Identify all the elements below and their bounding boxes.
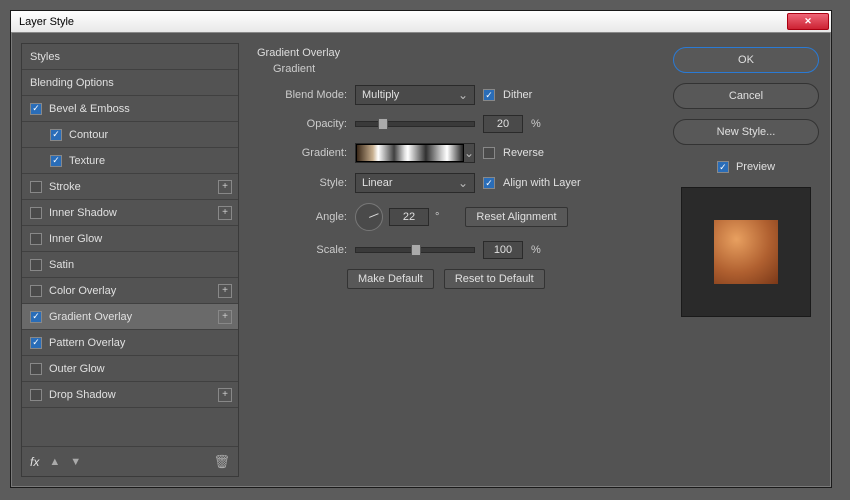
style-dropdown[interactable]: Linear (355, 173, 475, 193)
angle-input[interactable] (389, 208, 429, 226)
style-checkbox[interactable] (30, 363, 42, 375)
scale-unit: % (531, 244, 541, 256)
reset-alignment-button[interactable]: Reset Alignment (465, 207, 567, 227)
styles-list: Styles Blending Options Bevel & Emboss Cont… (21, 43, 239, 477)
add-effect-button[interactable]: + (218, 388, 232, 402)
scale-label: Scale: (257, 244, 347, 256)
titlebar[interactable]: Layer Style ✕ (11, 11, 831, 33)
fx-icon[interactable]: fx (30, 455, 39, 469)
style-label: Inner Shadow (49, 207, 117, 219)
style-label: Inner Glow (49, 233, 102, 245)
style-label: Outer Glow (49, 363, 105, 375)
gradient-preview (356, 144, 464, 162)
style-item-contour[interactable]: Contour (22, 122, 238, 148)
options-panel: Gradient Overlay Gradient Blend Mode: Mu… (249, 43, 661, 477)
cancel-button[interactable]: Cancel (673, 83, 819, 109)
angle-unit: ° (435, 211, 439, 223)
style-checkbox[interactable] (30, 311, 42, 323)
opacity-slider[interactable] (355, 121, 475, 127)
styles-footer: fx ▲ ▼ 🗑 (22, 446, 238, 476)
style-item-outer-glow[interactable]: Outer Glow (22, 356, 238, 382)
style-label: Satin (49, 259, 74, 271)
style-checkbox[interactable] (50, 155, 62, 167)
scale-input[interactable] (483, 241, 523, 259)
style-item-color-overlay[interactable]: Color Overlay + (22, 278, 238, 304)
style-label: Styles (30, 51, 60, 63)
style-label: Texture (69, 155, 105, 167)
align-label: Align with Layer (503, 177, 581, 189)
dither-checkbox[interactable] (483, 89, 495, 101)
layer-style-dialog: Layer Style ✕ Styles Blending Options Beve… (10, 10, 832, 488)
style-item-inner-shadow[interactable]: Inner Shadow + (22, 200, 238, 226)
new-style-button[interactable]: New Style... (673, 119, 819, 145)
reverse-checkbox[interactable] (483, 147, 495, 159)
style-item-bevel-emboss[interactable]: Bevel & Emboss (22, 96, 238, 122)
style-checkbox[interactable] (30, 103, 42, 115)
add-effect-button[interactable]: + (218, 284, 232, 298)
align-checkbox[interactable] (483, 177, 495, 189)
style-checkbox[interactable] (30, 181, 42, 193)
style-checkbox[interactable] (50, 129, 62, 141)
preview-swatch (714, 220, 778, 284)
blend-mode-dropdown[interactable]: Multiply (355, 85, 475, 105)
scale-slider[interactable] (355, 247, 475, 253)
angle-dial[interactable] (355, 203, 383, 231)
opacity-input[interactable] (483, 115, 523, 133)
opacity-label: Opacity: (257, 118, 347, 130)
style-label: Pattern Overlay (49, 337, 125, 349)
style-item-stroke[interactable]: Stroke + (22, 174, 238, 200)
style-item-satin[interactable]: Satin (22, 252, 238, 278)
style-item-texture[interactable]: Texture (22, 148, 238, 174)
gradient-picker[interactable] (355, 143, 475, 163)
window-title: Layer Style (19, 16, 74, 28)
style-checkbox[interactable] (30, 337, 42, 349)
style-label: Contour (69, 129, 108, 141)
style-item-blending-options[interactable]: Blending Options (22, 70, 238, 96)
preview-checkbox[interactable] (717, 161, 729, 173)
style-label: Gradient Overlay (49, 311, 132, 323)
style-checkbox[interactable] (30, 389, 42, 401)
style-item-drop-shadow[interactable]: Drop Shadow + (22, 382, 238, 408)
style-label: Color Overlay (49, 285, 116, 297)
trash-icon[interactable]: 🗑 (213, 454, 230, 470)
style-checkbox[interactable] (30, 285, 42, 297)
style-label: Style: (257, 177, 347, 189)
style-checkbox[interactable] (30, 233, 42, 245)
opacity-unit: % (531, 118, 541, 130)
style-label: Blending Options (30, 77, 114, 89)
dither-label: Dither (503, 89, 532, 101)
panel-subtitle: Gradient (273, 63, 653, 75)
ok-button[interactable]: OK (673, 47, 819, 73)
right-panel: OK Cancel New Style... Preview (671, 43, 821, 477)
blend-mode-label: Blend Mode: (257, 89, 347, 101)
preview-box (681, 187, 811, 317)
angle-label: Angle: (257, 211, 347, 223)
style-item-gradient-overlay[interactable]: Gradient Overlay + (22, 304, 238, 330)
style-checkbox[interactable] (30, 207, 42, 219)
add-effect-button[interactable]: + (218, 180, 232, 194)
move-down-icon[interactable]: ▼ (70, 456, 81, 468)
reset-default-button[interactable]: Reset to Default (444, 269, 545, 289)
gradient-label: Gradient: (257, 147, 347, 159)
style-checkbox[interactable] (30, 259, 42, 271)
panel-title: Gradient Overlay (257, 47, 653, 59)
style-item-pattern-overlay[interactable]: Pattern Overlay (22, 330, 238, 356)
style-item-inner-glow[interactable]: Inner Glow (22, 226, 238, 252)
reverse-label: Reverse (503, 147, 544, 159)
style-label: Bevel & Emboss (49, 103, 130, 115)
close-button[interactable]: ✕ (787, 13, 829, 30)
dialog-body: Styles Blending Options Bevel & Emboss Cont… (11, 33, 831, 487)
style-label: Drop Shadow (49, 389, 116, 401)
style-label: Stroke (49, 181, 81, 193)
add-effect-button[interactable]: + (218, 310, 232, 324)
make-default-button[interactable]: Make Default (347, 269, 434, 289)
move-up-icon[interactable]: ▲ (49, 456, 60, 468)
preview-label: Preview (736, 161, 775, 173)
style-item-styles[interactable]: Styles (22, 44, 238, 70)
add-effect-button[interactable]: + (218, 206, 232, 220)
